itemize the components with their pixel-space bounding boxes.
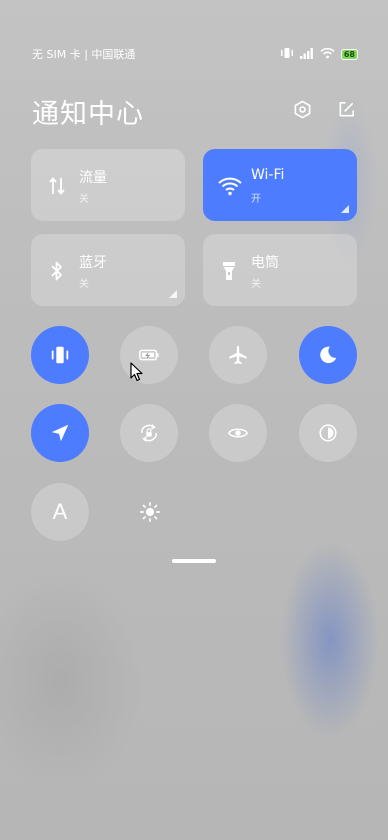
signal-icon — [299, 47, 314, 62]
rotation-lock-toggle[interactable] — [120, 404, 178, 462]
data-transfer-icon — [47, 175, 67, 197]
eye-icon — [227, 428, 249, 438]
edit-icon — [339, 101, 354, 116]
bluetooth-icon — [47, 260, 67, 282]
tile-state: 关 — [251, 279, 261, 290]
vibrate-status-icon — [280, 47, 294, 62]
contrast-icon — [319, 424, 337, 442]
location-icon — [51, 424, 69, 442]
dark-mode-toggle[interactable] — [299, 326, 357, 384]
tile-state: 关 — [79, 279, 89, 290]
tile-state: 开 — [251, 194, 261, 205]
battery-saver-toggle[interactable] — [120, 326, 178, 384]
mouse-cursor-icon — [130, 362, 144, 386]
tile-label: 电筒 — [251, 255, 279, 271]
wifi-icon — [217, 175, 243, 197]
expand-corner-icon[interactable] — [169, 290, 177, 298]
tile-label: 蓝牙 — [79, 255, 107, 271]
settings-hexagon-icon — [294, 100, 310, 118]
battery-icon: 68 — [340, 48, 358, 60]
location-toggle[interactable] — [31, 404, 89, 462]
drag-handle[interactable] — [172, 559, 216, 563]
brightness-icon — [140, 502, 160, 522]
edit-button[interactable] — [335, 98, 357, 120]
rotation-lock-icon — [140, 424, 158, 442]
expand-corner-icon[interactable] — [341, 205, 349, 213]
moon-icon — [320, 346, 337, 364]
mobile-data-tile[interactable]: 流量 关 — [31, 149, 185, 221]
wifi-status-icon — [320, 47, 335, 62]
airplane-icon — [229, 345, 247, 365]
auto-brightness-toggle[interactable]: A — [31, 483, 89, 541]
page-title: 通知中心 — [32, 99, 144, 130]
flashlight-icon — [219, 260, 239, 282]
bluetooth-tile[interactable]: 蓝牙 关 — [31, 234, 185, 306]
tile-state: 关 — [79, 194, 89, 205]
brightness-control[interactable] — [130, 492, 170, 532]
vibrate-icon — [51, 346, 69, 364]
status-bar: 无 SIM 卡 | 中国联通 68 — [32, 45, 358, 63]
carrier-text: 无 SIM 卡 | 中国联通 — [32, 48, 136, 61]
reading-mode-toggle[interactable] — [209, 404, 267, 462]
airplane-mode-toggle[interactable] — [209, 326, 267, 384]
vibrate-toggle[interactable] — [31, 326, 89, 384]
tile-label: 流量 — [79, 170, 107, 186]
settings-button[interactable] — [291, 98, 313, 120]
invert-colors-toggle[interactable] — [299, 404, 357, 462]
wifi-tile[interactable]: Wi-Fi 开 — [203, 149, 357, 221]
auto-brightness-icon: A — [52, 499, 68, 524]
tile-label: Wi-Fi — [251, 167, 285, 183]
flashlight-tile[interactable]: 电筒 关 — [203, 234, 357, 306]
